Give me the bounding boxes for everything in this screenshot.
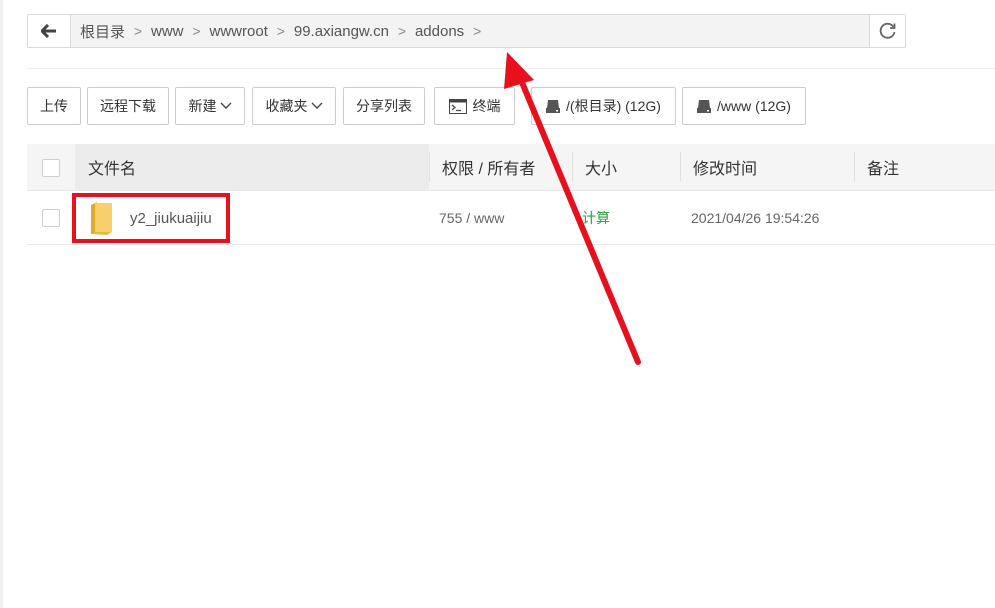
disk-icon [697, 99, 712, 113]
column-header-permission-label: 权限 / 所有者 [442, 161, 536, 178]
remote-download-button[interactable]: 远程下载 [87, 87, 169, 125]
breadcrumb-item-addons[interactable]: addons [415, 23, 464, 40]
modified-cell: 2021/04/26 19:54:26 [691, 192, 819, 244]
refresh-icon [879, 22, 895, 39]
permission-value: 755 / www [439, 210, 505, 226]
favorites-label: 收藏夹 [265, 98, 308, 114]
calculate-size-link[interactable]: 计算 [582, 208, 610, 228]
file-table-header: 文件名 权限 / 所有者 大小 修改时间 备注 [27, 144, 995, 191]
select-all-checkbox[interactable] [42, 159, 60, 177]
new-dropdown-button[interactable]: 新建 [175, 87, 245, 125]
upload-label: 上传 [40, 98, 68, 114]
refresh-button[interactable] [869, 15, 905, 47]
remote-download-label: 远程下载 [100, 98, 156, 114]
breadcrumb-separator: > [473, 23, 482, 39]
chevron-down-icon [220, 102, 231, 109]
modified-value: 2021/04/26 19:54:26 [691, 210, 820, 226]
column-separator [680, 152, 681, 182]
breadcrumb-item-wwwroot[interactable]: wwwroot [210, 23, 268, 40]
back-button[interactable] [28, 15, 71, 47]
path-bar: 根目录 > www > wwwroot > 99.axiangw.cn > ad… [27, 14, 906, 48]
annotation-highlight-box [72, 193, 230, 243]
permission-cell: 755 / www [439, 192, 504, 244]
breadcrumb-separator: > [133, 23, 143, 39]
column-header-name[interactable]: 文件名 [75, 144, 429, 190]
left-edge [0, 0, 3, 608]
column-header-note[interactable]: 备注 [867, 144, 899, 190]
column-header-note-label: 备注 [867, 161, 900, 178]
column-header-permission[interactable]: 权限 / 所有者 [442, 144, 535, 190]
new-label: 新建 [188, 98, 217, 114]
breadcrumb-item-www[interactable]: www [151, 23, 184, 40]
disk-root-button[interactable]: /(根目录) (12G) [531, 87, 676, 125]
breadcrumb: 根目录 > www > wwwroot > 99.axiangw.cn > ad… [80, 15, 490, 47]
column-separator [429, 152, 430, 182]
breadcrumb-separator: > [397, 23, 407, 39]
share-list-label: 分享列表 [356, 98, 412, 114]
breadcrumb-item-site[interactable]: 99.axiangw.cn [294, 23, 389, 40]
column-header-modified[interactable]: 修改时间 [693, 144, 757, 190]
disk-icon [546, 99, 561, 113]
column-header-size-label: 大小 [585, 161, 618, 178]
column-header-modified-label: 修改时间 [693, 161, 758, 178]
row-checkbox[interactable] [42, 209, 60, 227]
disk-www-label: /www (12G) [717, 98, 791, 114]
share-list-button[interactable]: 分享列表 [343, 87, 425, 125]
disk-www-button[interactable]: /www (12G) [682, 87, 806, 125]
favorites-dropdown-button[interactable]: 收藏夹 [252, 87, 336, 125]
arrow-left-icon [41, 24, 56, 38]
size-cell: 计算 [582, 192, 610, 244]
divider [27, 68, 995, 69]
upload-button[interactable]: 上传 [27, 87, 81, 125]
terminal-button[interactable]: 终端 [434, 87, 515, 125]
disk-root-label: /(根目录) (12G) [566, 98, 661, 114]
column-header-size[interactable]: 大小 [585, 144, 617, 190]
column-separator [854, 152, 855, 182]
terminal-label: 终端 [472, 98, 501, 114]
breadcrumb-separator: > [192, 23, 201, 39]
column-separator [572, 152, 573, 182]
terminal-icon [448, 98, 467, 114]
breadcrumb-item-root[interactable]: 根目录 [80, 21, 125, 42]
chevron-down-icon [311, 102, 322, 109]
breadcrumb-separator: > [276, 23, 285, 39]
column-header-name-label: 文件名 [88, 161, 137, 178]
